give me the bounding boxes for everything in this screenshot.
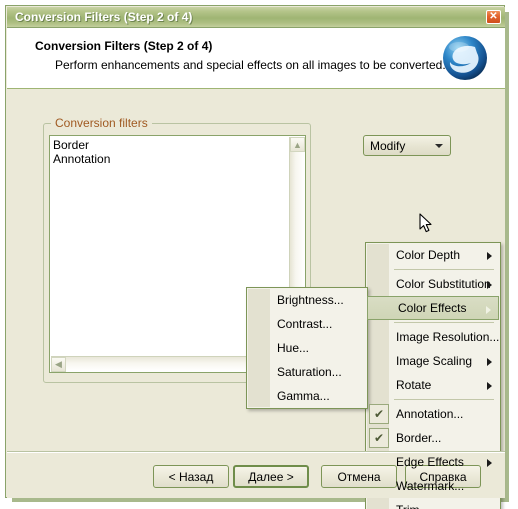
menu-item-edge-effects[interactable]: Edge Effects — [366, 450, 500, 474]
filters-list[interactable]: Border Annotation — [53, 138, 110, 166]
window-title: Conversion Filters (Step 2 of 4) — [15, 10, 193, 24]
menu-item-label: Edge Effects — [396, 455, 464, 469]
modify-menu[interactable]: Color Depth Color Substitution Color Eff… — [365, 242, 501, 509]
menu-item-color-effects[interactable]: Color Effects — [367, 296, 499, 320]
chevron-right-icon — [487, 382, 492, 390]
close-icon[interactable]: ✕ — [486, 10, 501, 24]
menu-item-label: Annotation... — [396, 407, 464, 421]
menu-item-border[interactable]: ✔ Border... — [366, 426, 500, 450]
menu-item-label: Rotate — [396, 378, 432, 392]
menu-item-label: Color Substitution — [396, 277, 491, 291]
check-icon: ✔ — [369, 428, 389, 448]
list-item[interactable]: Border — [53, 138, 110, 152]
chevron-right-icon — [487, 281, 492, 289]
next-button[interactable]: Далее > — [233, 465, 309, 488]
menu-item-gamma[interactable]: Gamma... — [247, 384, 367, 408]
window-shadow-right — [505, 12, 509, 502]
menu-item-saturation[interactable]: Saturation... — [247, 360, 367, 384]
menu-item-brightness[interactable]: Brightness... — [247, 288, 367, 312]
menu-item-label: Brightness... — [277, 293, 344, 307]
modify-button-label: Modify — [370, 139, 406, 153]
menu-separator — [394, 322, 494, 323]
menu-item-contrast[interactable]: Contrast... — [247, 312, 367, 336]
scroll-left-icon[interactable]: ◀ — [51, 357, 66, 372]
color-effects-submenu[interactable]: Brightness... Contrast... Hue... Saturat… — [246, 287, 368, 409]
menu-item-label: Hue... — [277, 341, 310, 355]
menu-item-label: Image Scaling — [396, 354, 473, 368]
app-logo-icon — [443, 36, 487, 80]
wizard-header: Conversion Filters (Step 2 of 4) Perform… — [7, 28, 505, 89]
menu-separator — [394, 269, 494, 270]
check-icon: ✔ — [369, 404, 389, 424]
menu-item-hue[interactable]: Hue... — [247, 336, 367, 360]
list-item[interactable]: Annotation — [53, 152, 110, 166]
title-bar[interactable]: Conversion Filters (Step 2 of 4) ✕ — [7, 7, 505, 28]
back-button[interactable]: < Назад — [153, 465, 229, 488]
menu-item-label: Gamma... — [277, 389, 330, 403]
page-subtitle: Perform enhancements and special effects… — [55, 58, 446, 72]
chevron-right-icon — [487, 459, 492, 467]
chevron-right-icon — [486, 306, 491, 314]
menu-item-label: Watermark... — [396, 479, 465, 493]
menu-item-label: Contrast... — [277, 317, 333, 331]
screen: Conversion Filters (Step 2 of 4) ✕ Conve… — [0, 0, 518, 509]
menu-item-label: Color Effects — [398, 301, 467, 315]
page-title: Conversion Filters (Step 2 of 4) — [35, 39, 213, 53]
menu-item-annotation[interactable]: ✔ Annotation... — [366, 402, 500, 426]
menu-item-label: Border... — [396, 431, 442, 445]
menu-item-image-resolution[interactable]: Image Resolution... — [366, 325, 500, 349]
dialog-window: Conversion Filters (Step 2 of 4) ✕ Conve… — [5, 5, 505, 509]
scroll-up-icon[interactable]: ▲ — [290, 137, 305, 152]
chevron-down-icon — [435, 144, 443, 148]
menu-item-label: Saturation... — [277, 365, 342, 379]
menu-item-label: Color Depth — [396, 248, 461, 262]
dialog-body: Conversion filters Border Annotation ▲ ▼… — [7, 89, 505, 509]
menu-item-color-depth[interactable]: Color Depth — [366, 243, 500, 267]
menu-item-label: Image Resolution... — [396, 330, 500, 344]
menu-item-color-substitution[interactable]: Color Substitution — [366, 272, 500, 296]
menu-separator — [394, 399, 494, 400]
modify-dropdown-button[interactable]: Modify — [363, 135, 451, 156]
chevron-right-icon — [487, 252, 492, 260]
groupbox-label: Conversion filters — [51, 116, 152, 130]
menu-item-trim[interactable]: Trim... — [366, 498, 500, 509]
close-glyph: ✕ — [489, 11, 498, 22]
menu-item-image-scaling[interactable]: Image Scaling — [366, 349, 500, 373]
menu-item-label: Trim... — [396, 503, 430, 509]
menu-item-watermark[interactable]: Watermark... — [366, 474, 500, 498]
menu-item-rotate[interactable]: Rotate — [366, 373, 500, 397]
chevron-right-icon — [487, 358, 492, 366]
